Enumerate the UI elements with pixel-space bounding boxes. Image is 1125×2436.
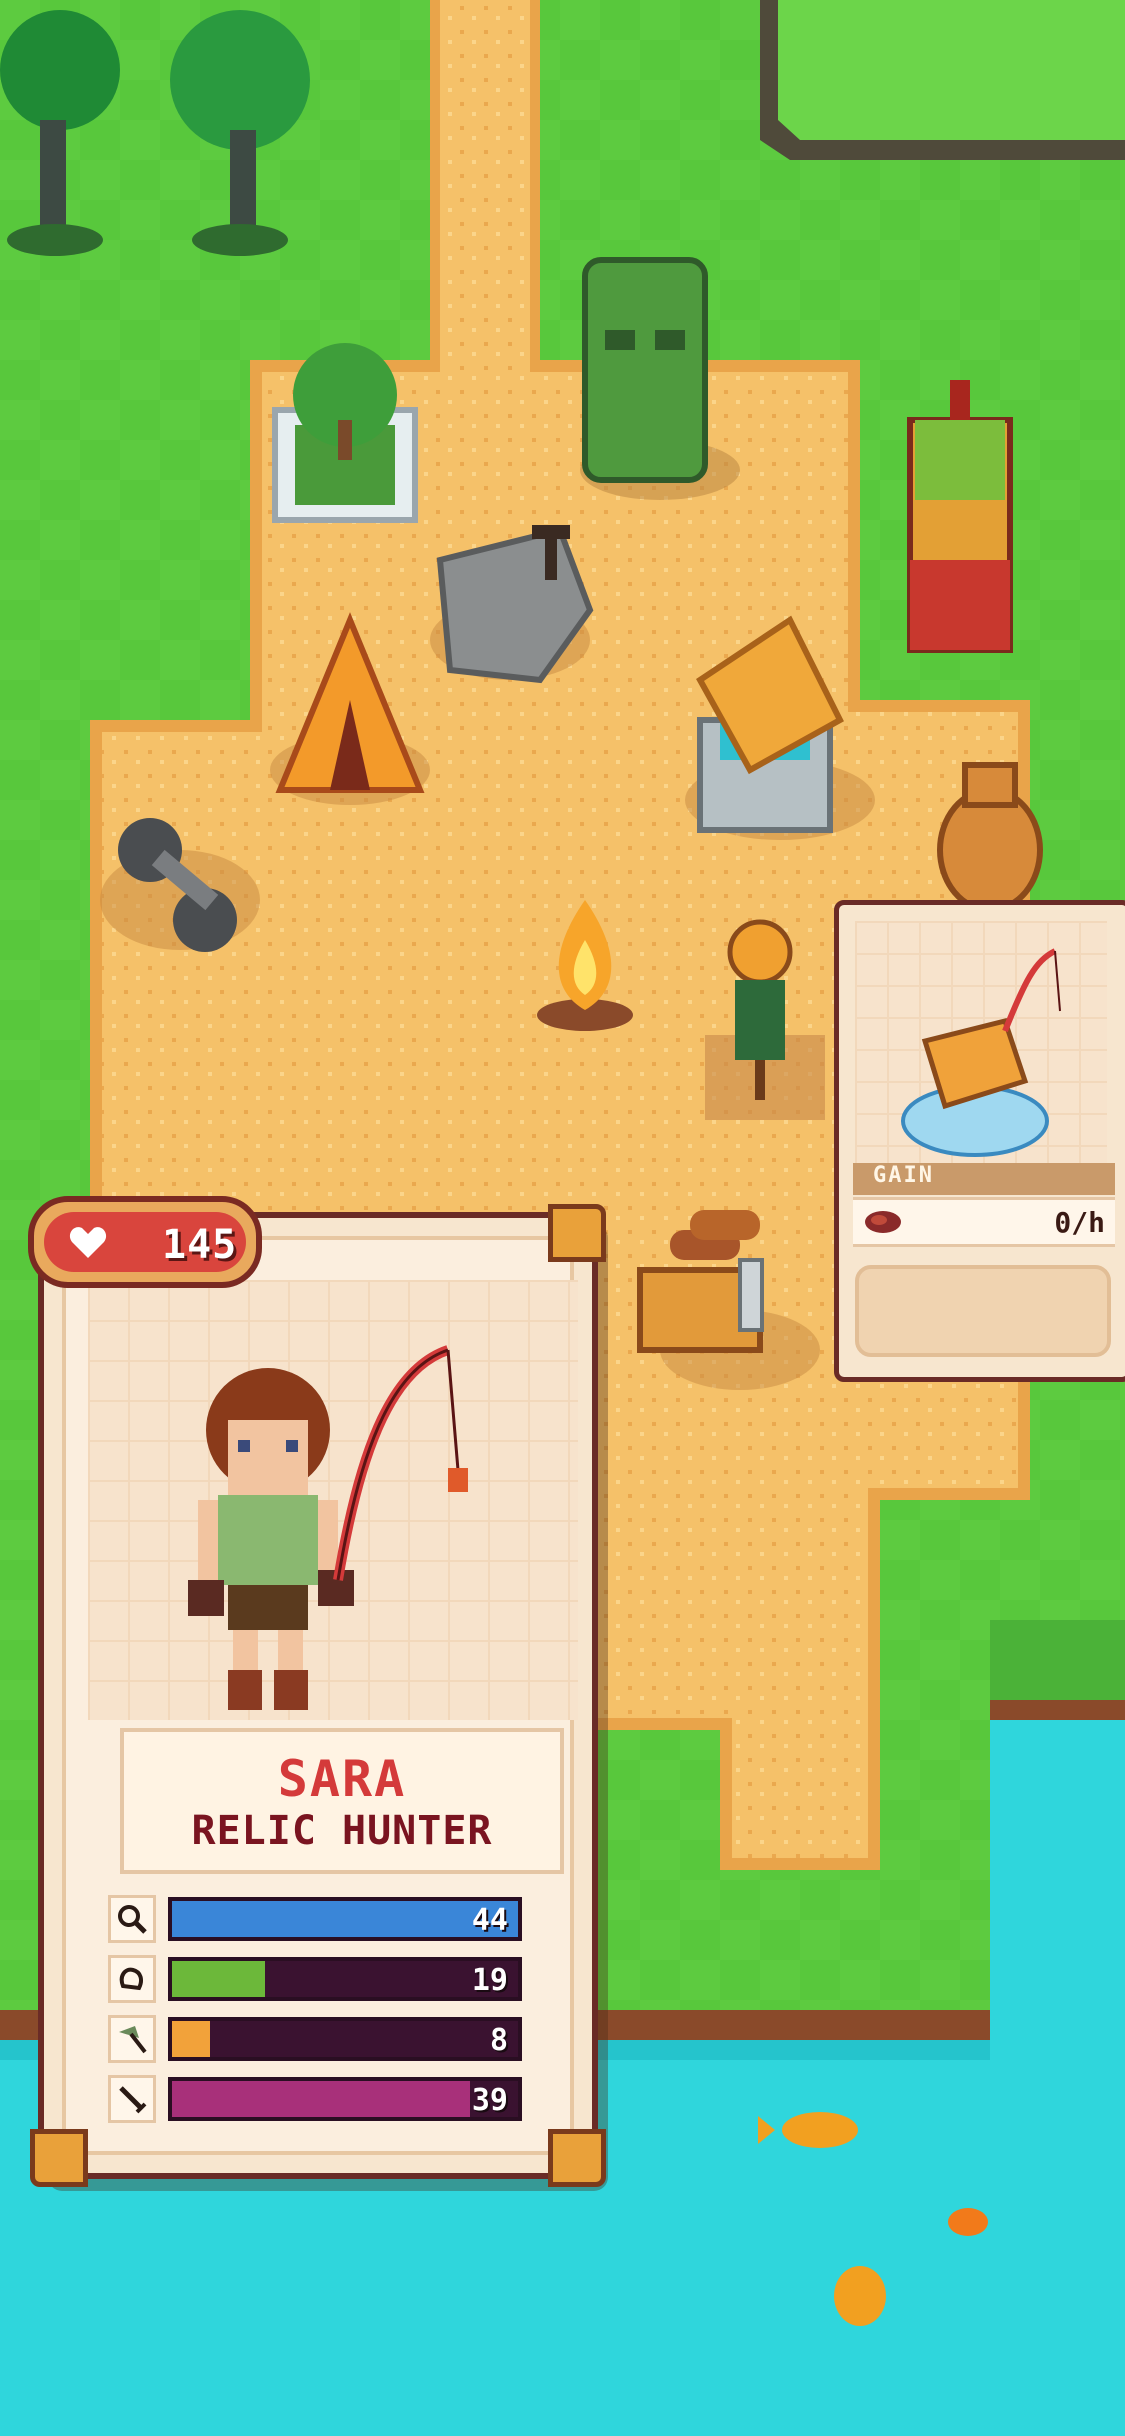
gain-value: 0/h (1054, 1206, 1105, 1239)
stat-value-axe: 8 (489, 2023, 508, 2058)
card-inner: SARA RELIC HUNTER 44 19 8 39 (62, 1236, 578, 2155)
gain-row: 0/h (853, 1197, 1115, 1247)
meat-icon (865, 1211, 901, 1233)
fist-icon (108, 1955, 156, 2003)
hp-value: 145 (162, 1222, 238, 1268)
stat-value-sword: 39 (471, 2083, 508, 2118)
stat-fill-strength (172, 1961, 266, 1997)
stat-value-strength: 19 (471, 1963, 508, 1998)
hp-badge: 145 (28, 1196, 262, 1288)
character-sprite (188, 1345, 468, 1710)
stat-fill-sword (172, 2081, 470, 2117)
stat-bar-search: 44 (168, 1897, 522, 1941)
fishing-dock-icon (901, 948, 1061, 1157)
stat-fill-axe (172, 2021, 211, 2057)
character-name: SARA (277, 1750, 407, 1808)
magnifier-icon (108, 1895, 156, 1943)
stat-bar-strength: 19 (168, 1957, 522, 2001)
card-corner-top-right (548, 1204, 606, 1262)
character-title: RELIC HUNTER (191, 1808, 493, 1854)
stat-bar-axe: 8 (168, 2017, 522, 2061)
axe-icon (108, 2015, 156, 2063)
heart-icon (69, 1227, 107, 1258)
gain-header: GAIN (853, 1163, 1115, 1195)
stat-fill-search (172, 1901, 518, 1937)
character-portrait (88, 1280, 578, 1720)
name-plate: SARA RELIC HUNTER (120, 1728, 564, 1874)
collect-button[interactable] (855, 1265, 1111, 1357)
stat-bar-sword: 39 (168, 2077, 522, 2121)
gain-label: GAIN (873, 1163, 934, 1188)
stat-row-axe: 8 (108, 2015, 568, 2063)
character-card[interactable]: SARA RELIC HUNTER 44 19 8 39 (30, 1204, 606, 2187)
card-corner-bottom-left (30, 2129, 88, 2187)
sword-icon (108, 2075, 156, 2123)
stat-row-sword: 39 (108, 2075, 568, 2123)
building-panel[interactable]: GAIN 0/h (834, 900, 1125, 1382)
building-preview (855, 921, 1107, 1171)
stat-row-search: 44 (108, 1895, 568, 1943)
stat-row-strength: 19 (108, 1955, 568, 2003)
card-corner-bottom-right (548, 2129, 606, 2187)
stat-value-search: 44 (471, 1903, 508, 1938)
stats-list: 44 19 8 39 (108, 1895, 568, 2135)
hp-pill: 145 (44, 1212, 246, 1272)
